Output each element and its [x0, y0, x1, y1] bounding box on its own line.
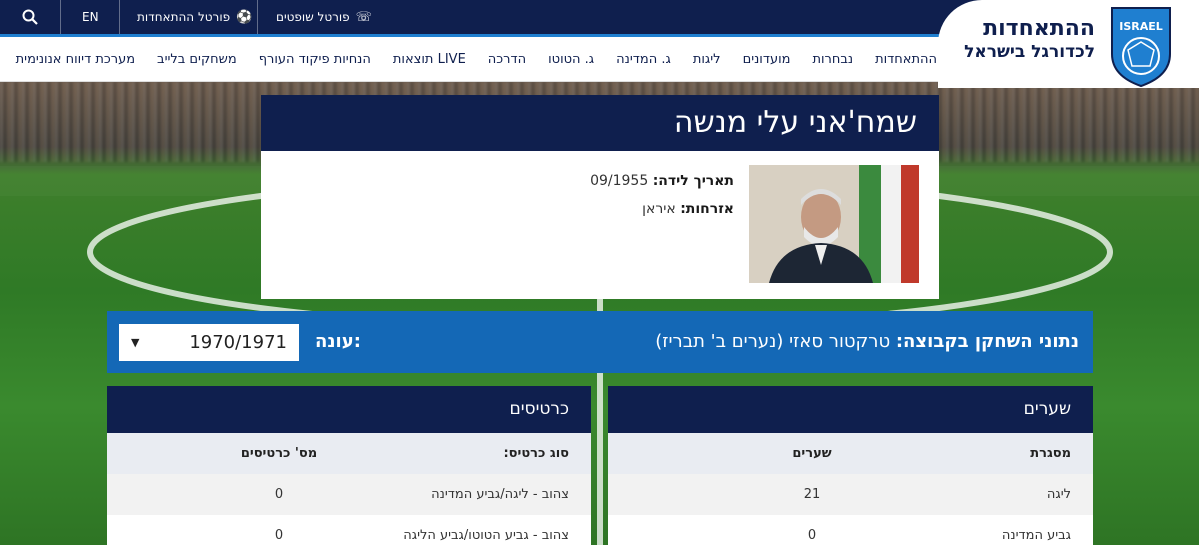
nav-item-state-cup[interactable]: ג. המדינה: [616, 52, 671, 67]
cards-table-header: סוג כרטיס: מס' כרטיסים: [107, 433, 591, 474]
card-count-cell: 0: [274, 487, 284, 502]
framework-cell: גביע המדינה: [1001, 528, 1071, 543]
player-info: תאריך לידה: 09/1955 אזרחות: איראן: [590, 173, 734, 229]
search-button[interactable]: [22, 0, 42, 34]
dropdown-arrow-icon: ▼: [131, 336, 140, 349]
team-value: טרקטור סאזי (נערים ב' תבריז): [655, 331, 891, 352]
nav-item-federation[interactable]: ההתאחדות: [875, 52, 937, 67]
season-selected-value: 1970/1971: [189, 332, 287, 353]
whistle-icon: ☏: [355, 9, 372, 25]
search-icon: [22, 9, 38, 25]
nav-item-live-games[interactable]: משחקים בלייב: [157, 52, 237, 67]
table-row: צהוב - ליגה/גביע המדינה 0: [107, 474, 591, 515]
season-bar: נתוני השחקן בקבוצה: טרקטור סאזי (נערים ב…: [107, 311, 1093, 373]
citizenship-label: אזרחות:: [680, 201, 734, 217]
nav-item-clubs[interactable]: מועדונים: [743, 52, 791, 67]
nav-item-home-front[interactable]: הנחיות פיקוד העורף: [259, 52, 371, 67]
season-label: עונה:: [315, 331, 361, 352]
table-row: צהוב - גביע הטוטו/גביע הליגה 0: [107, 515, 591, 545]
divider: [60, 0, 61, 34]
nav-item-national-teams[interactable]: נבחרות: [812, 52, 853, 67]
framework-cell: ליגה: [1046, 487, 1071, 502]
column-header-card-count: מס' כרטיסים: [240, 446, 318, 461]
goals-table: שערים מסגרת שערים ליגה 21 גביע המדינה 0: [608, 386, 1093, 545]
player-name: שמח'אני עלי מנשה: [261, 95, 939, 151]
citizenship-row: אזרחות: איראן: [590, 201, 734, 217]
badge-text: ISRAEL: [1119, 20, 1163, 33]
federation-badge-icon: ISRAEL: [1111, 7, 1171, 88]
player-photo: [749, 165, 919, 283]
nav-item-live-results[interactable]: תוצאות LIVE: [393, 52, 466, 67]
cards-table: כרטיסים סוג כרטיס: מס' כרטיסים צהוב - לי…: [107, 386, 591, 545]
divider: [119, 0, 120, 34]
nav-item-training[interactable]: הדרכה: [488, 52, 526, 67]
table-row: ליגה 21: [608, 474, 1093, 515]
citizenship-value: איראן: [642, 201, 676, 217]
team-label: נתוני השחקן בקבוצה:: [895, 331, 1079, 352]
logo-title: ההתאחדות: [983, 16, 1095, 41]
divider: [257, 0, 258, 34]
logo-subtitle: לכדורגל בישראל: [964, 42, 1095, 62]
birth-date-row: תאריך לידה: 09/1955: [590, 173, 734, 189]
column-header-framework: מסגרת: [1030, 446, 1071, 461]
card-type-cell: צהוב - ליגה/גביע המדינה: [431, 487, 569, 502]
column-header-goals: שערים: [792, 446, 832, 461]
goals-cell: 21: [803, 487, 821, 502]
site-logo[interactable]: ההתאחדות לכדורגל בישראל ISRAEL: [938, 0, 1199, 88]
nav-item-toto-cup[interactable]: ג. הטוטו: [548, 52, 594, 67]
language-label: EN: [82, 10, 99, 24]
season-select[interactable]: ▼ 1970/1971: [119, 324, 299, 361]
player-card: תאריך לידה: 09/1955 אזרחות: איראן: [261, 151, 939, 299]
referee-portal-label: פורטל שופטים: [276, 10, 350, 24]
federation-portal-label: פורטל ההתאחדות: [137, 10, 231, 24]
nav-item-leagues[interactable]: ליגות: [693, 52, 721, 67]
column-header-card-type: סוג כרטיס:: [503, 446, 569, 461]
nav-links: ההתאחדות נבחרות מועדונים ליגות ג. המדינה…: [16, 37, 937, 82]
table-row: גביע המדינה 0: [608, 515, 1093, 545]
goals-table-header: מסגרת שערים: [608, 433, 1093, 474]
federation-portal-link[interactable]: פורטל ההתאחדות ⚽: [137, 0, 252, 34]
soccer-ball-icon: ⚽: [236, 9, 253, 25]
birth-date-label: תאריך לידה:: [652, 173, 734, 189]
card-count-cell: 0: [274, 528, 284, 543]
cards-table-title: כרטיסים: [107, 386, 591, 433]
team-info: נתוני השחקן בקבוצה: טרקטור סאזי (נערים ב…: [655, 311, 1079, 373]
referee-portal-link[interactable]: פורטל שופטים ☏: [276, 0, 372, 34]
card-type-cell: צהוב - גביע הטוטו/גביע הליגה: [403, 528, 569, 543]
birth-date-value: 09/1955: [590, 173, 649, 189]
goals-cell: 0: [807, 528, 817, 543]
player-photo-image: [749, 165, 919, 283]
goals-table-title: שערים: [608, 386, 1093, 433]
nav-item-anonymous-report[interactable]: מערכת דיווח אנונימית: [16, 52, 135, 67]
language-switch[interactable]: EN: [82, 0, 99, 34]
